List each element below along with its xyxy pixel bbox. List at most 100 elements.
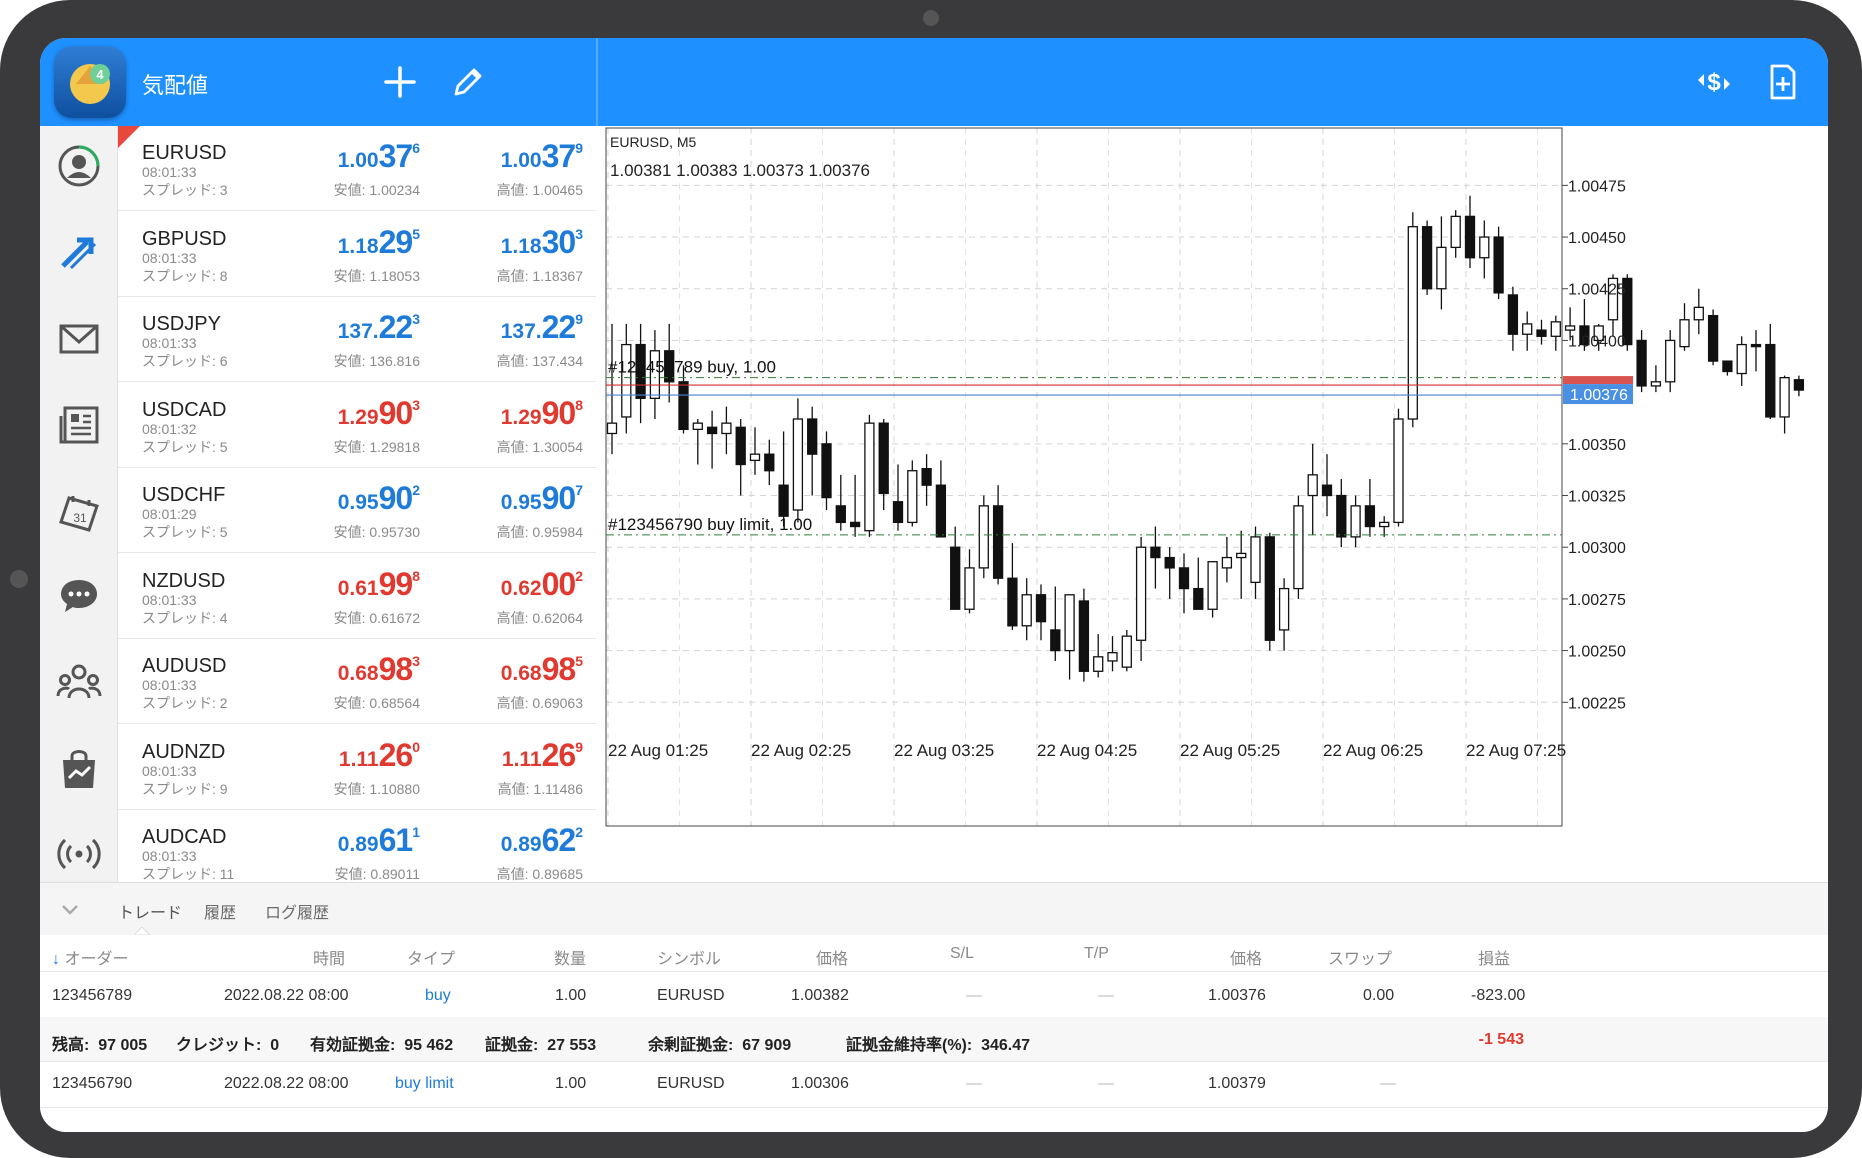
svg-text:$: $ <box>1707 69 1721 96</box>
quote-row-eurusd[interactable]: EURUSD 08:01:33 スプレッド: 3 1.00376 1.00379 安値: … <box>118 126 596 211</box>
candle <box>1507 286 1519 351</box>
low-price: 安値: 1.29818 <box>333 438 420 455</box>
quote-row-nzdusd[interactable]: NZDUSD 08:01:33 スプレッド: 4 0.61998 0.62002 安値: … <box>118 554 596 639</box>
bear-candle <box>1007 577 1018 627</box>
y-tick-label: 1.00325 <box>1568 489 1626 506</box>
chart-canvas[interactable]: #123456789 buy, 1.00 #123456790 buy limit… <box>598 126 1828 882</box>
candle <box>792 398 804 523</box>
add-symbol-icon[interactable] <box>378 60 422 104</box>
col-sl[interactable]: S/L <box>950 945 974 963</box>
col-swap[interactable]: スワップ <box>1328 945 1392 969</box>
row-divider <box>40 1107 1828 1108</box>
quote-time: 08:01:33 <box>142 762 197 779</box>
bear-candle <box>1793 379 1805 391</box>
candle <box>1050 586 1061 661</box>
quote-spread: スプレッド: 8 <box>142 267 228 284</box>
tab-log-history[interactable]: ログ履歴 <box>265 899 329 923</box>
quote-row-audnzd[interactable]: AUDNZD 08:01:33 スプレッド: 9 1.11260 1.11269 安値: … <box>118 725 596 810</box>
col-order[interactable]: ↓ オーダー <box>52 945 128 969</box>
col-symbol[interactable]: シンボル <box>657 945 721 969</box>
candle <box>1207 561 1218 618</box>
bull-candle <box>978 505 989 569</box>
account-icon[interactable] <box>55 142 103 190</box>
y-tick-label: 1.00350 <box>1568 437 1626 454</box>
candle <box>1150 526 1161 589</box>
quote-row-usdjpy[interactable]: USDJPY 08:01:33 スプレッド: 6 137.223 137.229 安値: … <box>118 297 596 382</box>
bear-candle <box>950 546 961 610</box>
x-axis: 22 Aug 01:25 22 Aug 02:25 22 Aug 03:25 22 A… <box>608 741 1566 760</box>
community-icon[interactable] <box>55 658 103 706</box>
market-icon[interactable] <box>55 744 103 792</box>
order-symbol: EURUSD <box>657 987 725 1004</box>
bull-candle <box>1064 594 1075 652</box>
signals-icon[interactable] <box>55 830 103 878</box>
candle <box>778 431 789 527</box>
bull-candle <box>1479 236 1490 259</box>
bull-candle <box>1379 521 1390 528</box>
col-volume[interactable]: 数量 <box>554 945 586 969</box>
quote-spread: スプレッド: 3 <box>142 182 228 198</box>
candle <box>706 410 718 469</box>
bull-candle <box>1736 343 1747 375</box>
candle <box>1264 532 1275 651</box>
col-tp[interactable]: T/P <box>1084 945 1109 963</box>
terminal-panel: トレード 履歴 ログ履歴 ↓ オーダー 時間 タイプ 数量 シンボル 価格 S/… <box>40 882 1828 1132</box>
ask-price: 137.229 <box>500 309 583 345</box>
candle <box>1693 288 1704 335</box>
order-id: 123456790 <box>52 1075 133 1092</box>
chat-icon[interactable] <box>55 572 103 620</box>
quote-row-gbpusd[interactable]: GBPUSD 08:01:33 スプレッド: 8 1.18295 1.18303 安値: … <box>118 212 596 297</box>
candle <box>964 549 975 614</box>
bull-candle <box>1564 325 1576 331</box>
quote-row-audusd[interactable]: AUDUSD 08:01:33 スプレッド: 2 0.68983 0.68985 安値: … <box>118 639 596 724</box>
candle <box>1522 311 1533 351</box>
high-price: 高値: 0.62064 <box>496 609 583 626</box>
mt4-app-icon[interactable]: 4 <box>54 46 126 118</box>
bull-candle <box>721 422 732 435</box>
new-order-icon[interactable] <box>1760 60 1804 104</box>
order-profit: -823.00 <box>1471 987 1526 1004</box>
candle <box>1007 543 1018 630</box>
candle <box>1035 584 1047 641</box>
y-tick-label: 1.00300 <box>1568 540 1626 557</box>
quote-row-audcad[interactable]: AUDCAD 08:01:33 スプレッド: 11 0.89611 0.89622 安値:… <box>118 810 596 882</box>
col-profit[interactable]: 損益 <box>1478 945 1510 969</box>
bid-price: 1.00376 <box>337 138 420 174</box>
symbol-change-icon[interactable]: $ <box>1692 60 1736 104</box>
news-icon[interactable] <box>55 400 103 448</box>
collapse-chevron-icon[interactable] <box>58 897 82 921</box>
order-sl: — <box>966 987 982 1004</box>
bull-candle <box>1107 652 1118 662</box>
bear-candle <box>1421 226 1433 290</box>
margin-level-summary: 証拠金維持率(%): 346.47 <box>846 1037 1031 1054</box>
candle <box>1393 408 1404 527</box>
quote-row-usdcad[interactable]: USDCAD 08:01:32 スプレッド: 5 1.29903 1.29908 安値: … <box>118 383 596 468</box>
tab-trade[interactable]: トレード <box>118 899 182 923</box>
col-type[interactable]: タイプ <box>407 945 455 969</box>
bear-candle <box>1464 215 1476 259</box>
col-open-price[interactable]: 価格 <box>816 945 848 969</box>
tab-history[interactable]: 履歴 <box>204 899 236 923</box>
price-chart[interactable]: #123456789 buy, 1.00 #123456790 buy limit… <box>598 126 1828 882</box>
col-price[interactable]: 価格 <box>1230 945 1262 969</box>
bull-candle <box>1665 339 1676 383</box>
calendar-icon[interactable]: 31 <box>55 486 103 534</box>
edit-icon[interactable] <box>446 60 490 104</box>
chart-plot-border <box>605 127 1563 827</box>
low-price: 安値: 136.816 <box>333 353 420 369</box>
candle <box>1078 588 1090 682</box>
mail-icon[interactable] <box>55 314 103 362</box>
quote-spread: スプレッド: 4 <box>142 609 228 626</box>
bear-candle <box>1193 587 1204 610</box>
quote-row-usdchf[interactable]: USDCHF 08:01:29 スプレッド: 5 0.95902 0.95907 安値: … <box>118 468 596 553</box>
bear-candle <box>1536 329 1547 337</box>
credit-summary: クレジット: 0 <box>176 1037 280 1054</box>
quote-time: 08:01:33 <box>142 591 197 608</box>
col-time[interactable]: 時間 <box>313 945 345 969</box>
trade-arrows-icon[interactable] <box>55 228 103 276</box>
bull-candle <box>621 343 632 418</box>
order-time: 2022.08.22 08:00 <box>224 987 349 1004</box>
low-price: 安値: 1.18053 <box>333 267 420 284</box>
quote-time: 08:01:29 <box>142 506 197 522</box>
order-level-label: #123456789 buy, 1.00 <box>608 358 776 377</box>
